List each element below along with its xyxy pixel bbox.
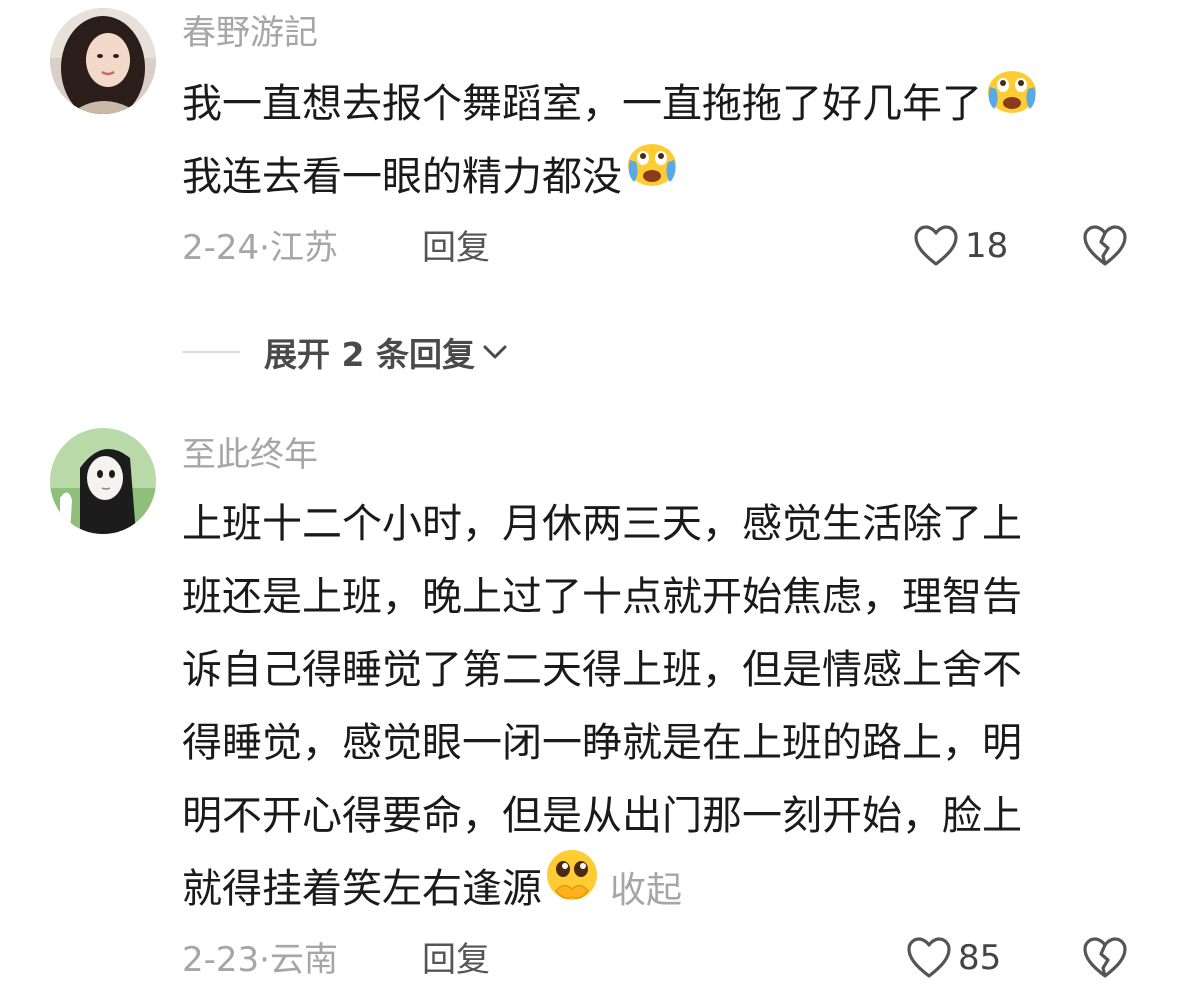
reply-button[interactable]: 回复 (422, 228, 490, 268)
dislike-button[interactable] (1082, 224, 1128, 272)
expand-replies-label: 展开 2 条回复 (264, 335, 475, 374)
like-button[interactable]: 85 (906, 936, 1001, 980)
crying-face-emoji-icon (984, 65, 1040, 139)
comment-meta: 2-24·江苏 (182, 228, 338, 268)
reply-button[interactable]: 回复 (422, 940, 490, 980)
heart-icon (914, 225, 958, 266)
comment-date: 2-24 (182, 228, 260, 268)
avatar[interactable] (50, 428, 156, 534)
meta-separator: · (259, 228, 270, 268)
broken-heart-icon (1083, 225, 1127, 266)
chevron-down-icon (483, 345, 507, 359)
comment-username[interactable]: 春野游記 (182, 13, 318, 53)
comment-text: 我一直想去报个舞蹈室，一直拖拖了好几年了 我连去看一眼的精力都没 (182, 68, 1122, 214)
comment-location: 江苏 (269, 228, 338, 268)
dislike-button[interactable] (1082, 936, 1128, 984)
comment-username[interactable]: 至此终年 (182, 435, 318, 475)
comment-line: 诉自己得睡觉了第二天得上班，但是情感上舍不 (182, 647, 1022, 693)
comment-line: 上班十二个小时，月休两三天，感觉生活除了上 (182, 501, 1022, 547)
comment-line: 明不开心得要命，但是从出门那一刻开始，脸上 (182, 793, 1022, 839)
avatar[interactable] (50, 8, 156, 114)
comment-line: 班还是上班，晚上过了十点就开始焦虑，理智告 (182, 574, 1022, 620)
like-count: 85 (958, 938, 1002, 978)
comment-location: 云南 (269, 940, 338, 980)
comment-date: 2-23 (182, 940, 260, 980)
comment-text: 上班十二个小时，月休两三天，感觉生活除了上 班还是上班，晚上过了十点就开始焦虑，… (182, 488, 1122, 927)
comment-item: 春野游記 我一直想去报个舞蹈室，一直拖拖了好几年了 我连去看一眼的精力都没 2-… (0, 0, 1179, 300)
comment-line: 我一直想去报个舞蹈室，一直拖拖了好几年了 (182, 81, 982, 127)
comment-line: 就得挂着笑左右逢源 (182, 866, 542, 912)
comment-line: 得睡觉，感觉眼一闭一睁就是在上班的路上，明 (182, 720, 1022, 766)
avatar-anime-girl-icon (50, 428, 156, 534)
like-button[interactable]: 18 (913, 224, 1008, 268)
comment-line: 我连去看一眼的精力都没 (182, 154, 622, 200)
comment-meta: 2-23·云南 (182, 940, 338, 980)
pleading-face-emoji-icon (544, 847, 600, 927)
expand-replies-button[interactable]: 展开 2 条回复 (182, 328, 511, 376)
broken-heart-icon (1083, 937, 1127, 978)
heart-icon (907, 937, 951, 978)
collapse-button[interactable]: 收起 (610, 870, 682, 911)
crying-face-emoji-icon (624, 138, 680, 212)
comment-item: 至此终年 上班十二个小时，月休两三天，感觉生活除了上 班还是上班，晚上过了十点就… (0, 420, 1179, 986)
divider (182, 351, 240, 353)
meta-separator: · (259, 940, 270, 980)
like-count: 18 (965, 226, 1009, 266)
avatar-girl-portrait-icon (50, 8, 156, 114)
